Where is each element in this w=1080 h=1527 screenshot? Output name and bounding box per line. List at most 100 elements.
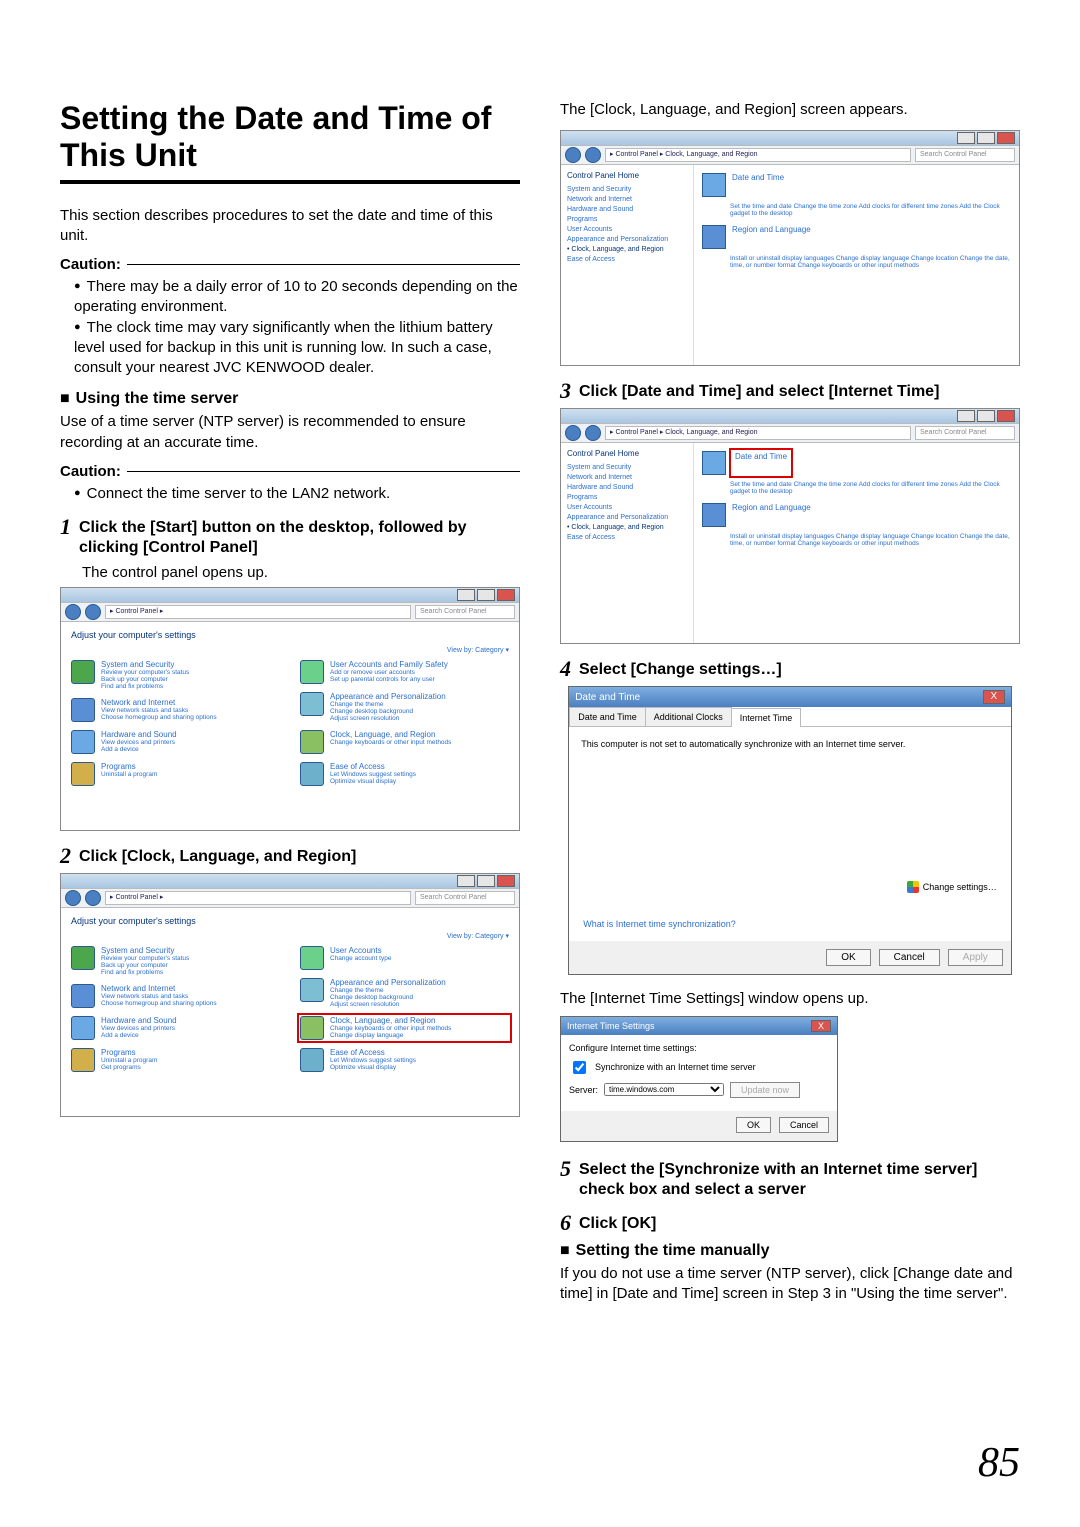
apply-button[interactable]: Apply [948, 949, 1003, 966]
cp-prog[interactable]: Programs [101, 762, 157, 771]
cp-link[interactable]: Change desktop background [330, 994, 446, 1001]
nav-back-icon[interactable] [565, 425, 581, 441]
cp-hw[interactable]: Hardware and Sound [101, 730, 177, 739]
side-link[interactable]: Ease of Access [567, 534, 687, 541]
cp-link[interactable]: Adjust screen resolution [330, 1001, 446, 1008]
nav-back-icon[interactable] [65, 604, 81, 620]
side-link[interactable]: Hardware and Sound [567, 484, 687, 491]
cp-link[interactable]: Uninstall a program [101, 771, 157, 778]
cp-link[interactable]: Add a device [101, 1032, 177, 1039]
cp-link[interactable]: Set up parental controls for any user [330, 676, 448, 683]
cp-link[interactable]: Let Windows suggest settings [330, 771, 416, 778]
cp-link[interactable]: Back up your computer [101, 962, 189, 969]
clr-region-links[interactable]: Install or uninstall display languages C… [730, 255, 1011, 269]
cp-link[interactable]: View network status and tasks [101, 993, 217, 1000]
cp-link[interactable]: Change keyboards or other input methods [330, 739, 451, 746]
nav-back-icon[interactable] [65, 890, 81, 906]
tab-additional-clocks[interactable]: Additional Clocks [645, 707, 732, 726]
clr-date-links[interactable]: Set the time and date Change the time zo… [730, 203, 1011, 217]
change-settings-button[interactable]: Change settings… [907, 881, 997, 893]
cp-link[interactable]: Find and fix problems [101, 683, 189, 690]
nav-forward-icon[interactable] [585, 425, 601, 441]
nav-back-icon[interactable] [565, 147, 581, 163]
cp-appear[interactable]: Appearance and Personalization [330, 978, 446, 987]
search-input[interactable]: Search Control Panel [415, 891, 515, 905]
cp-link[interactable]: Uninstall a program [101, 1057, 157, 1064]
cancel-button[interactable]: Cancel [779, 1117, 829, 1133]
cp-link[interactable]: View devices and printers [101, 1025, 177, 1032]
tab-date-time[interactable]: Date and Time [569, 707, 646, 726]
cp-link[interactable]: Adjust screen resolution [330, 715, 446, 722]
search-input[interactable]: Search Control Panel [915, 148, 1015, 162]
cp-user[interactable]: User Accounts and Family Safety [330, 660, 448, 669]
side-link[interactable]: Network and Internet [567, 474, 687, 481]
cp-clock-highlighted[interactable]: Clock, Language, and RegionChange keyboa… [300, 1016, 509, 1040]
tab-internet-time[interactable]: Internet Time [731, 708, 802, 727]
update-now-button[interactable]: Update now [730, 1082, 800, 1098]
cp-user-short[interactable]: User Accounts [330, 946, 391, 955]
cp-home[interactable]: Control Panel Home [567, 449, 687, 458]
clr-date-time-highlighted[interactable]: Date and Time [732, 451, 790, 475]
whatis-link[interactable]: What is Internet time synchronization? [583, 919, 736, 929]
cp-link[interactable]: Change keyboards or other input methods [330, 1025, 451, 1032]
side-link[interactable]: User Accounts [567, 504, 687, 511]
side-link[interactable]: Network and Internet [567, 196, 687, 203]
cp-link[interactable]: View devices and printers [101, 739, 177, 746]
cp-link[interactable]: Change desktop background [330, 708, 446, 715]
cp-link[interactable]: Back up your computer [101, 676, 189, 683]
address-bar[interactable]: ▸ Control Panel ▸ [105, 891, 411, 905]
close-icon[interactable]: X [983, 690, 1005, 704]
cp-link[interactable]: Choose homegroup and sharing options [101, 714, 217, 721]
cp-home[interactable]: Control Panel Home [567, 171, 687, 180]
clr-date-time[interactable]: Date and Time [732, 173, 784, 197]
cp-viewby[interactable]: View by: Category ▾ [71, 646, 509, 654]
cp-clock[interactable]: Clock, Language, and Region [330, 730, 451, 739]
address-bar[interactable]: ▸ Control Panel ▸ Clock, Language, and R… [605, 148, 911, 162]
side-link[interactable]: Programs [567, 216, 687, 223]
ok-button[interactable]: OK [736, 1117, 771, 1133]
side-link[interactable]: Hardware and Sound [567, 206, 687, 213]
cp-link[interactable]: Change account type [330, 955, 391, 962]
close-icon[interactable]: X [811, 1020, 831, 1032]
cp-net[interactable]: Network and Internet [101, 698, 217, 707]
side-link[interactable]: System and Security [567, 186, 687, 193]
cp-link[interactable]: Review your computer's status [101, 955, 189, 962]
search-input[interactable]: Search Control Panel [415, 605, 515, 619]
server-select[interactable]: time.windows.com [604, 1083, 724, 1096]
nav-forward-icon[interactable] [85, 890, 101, 906]
clr-region[interactable]: Region and Language [732, 503, 811, 527]
cancel-button[interactable]: Cancel [879, 949, 940, 966]
cp-link[interactable]: Let Windows suggest settings [330, 1057, 416, 1064]
cp-link[interactable]: Add a device [101, 746, 177, 753]
clr-region[interactable]: Region and Language [732, 225, 811, 249]
cp-hw[interactable]: Hardware and Sound [101, 1016, 177, 1025]
side-link[interactable]: Programs [567, 494, 687, 501]
address-bar[interactable]: ▸ Control Panel ▸ Clock, Language, and R… [605, 426, 911, 440]
nav-forward-icon[interactable] [85, 604, 101, 620]
cp-link[interactable]: Optimize visual display [330, 778, 416, 785]
cp-link[interactable]: Choose homegroup and sharing options [101, 1000, 217, 1007]
cp-sys[interactable]: System and Security [101, 946, 189, 955]
cp-link[interactable]: Add or remove user accounts [330, 669, 448, 676]
cp-link[interactable]: Optimize visual display [330, 1064, 416, 1071]
cp-net[interactable]: Network and Internet [101, 984, 217, 993]
cp-link[interactable]: Change the theme [330, 987, 446, 994]
cp-link[interactable]: Review your computer's status [101, 669, 189, 676]
cp-link[interactable]: Change the theme [330, 701, 446, 708]
cp-viewby[interactable]: View by: Category ▾ [71, 932, 509, 940]
cp-prog[interactable]: Programs [101, 1048, 157, 1057]
cp-link[interactable]: View network status and tasks [101, 707, 217, 714]
side-link[interactable]: Ease of Access [567, 256, 687, 263]
clr-date-links[interactable]: Set the time and date Change the time zo… [730, 481, 1011, 495]
cp-link[interactable]: Find and fix problems [101, 969, 189, 976]
sync-checkbox[interactable] [573, 1061, 586, 1074]
side-link[interactable]: User Accounts [567, 226, 687, 233]
cp-link[interactable]: Change display language [330, 1032, 451, 1039]
address-bar[interactable]: ▸ Control Panel ▸ [105, 605, 411, 619]
cp-sys[interactable]: System and Security [101, 660, 189, 669]
side-link[interactable]: System and Security [567, 464, 687, 471]
clr-region-links[interactable]: Install or uninstall display languages C… [730, 533, 1011, 547]
side-link[interactable]: Appearance and Personalization [567, 514, 687, 521]
cp-appear[interactable]: Appearance and Personalization [330, 692, 446, 701]
side-link[interactable]: Appearance and Personalization [567, 236, 687, 243]
